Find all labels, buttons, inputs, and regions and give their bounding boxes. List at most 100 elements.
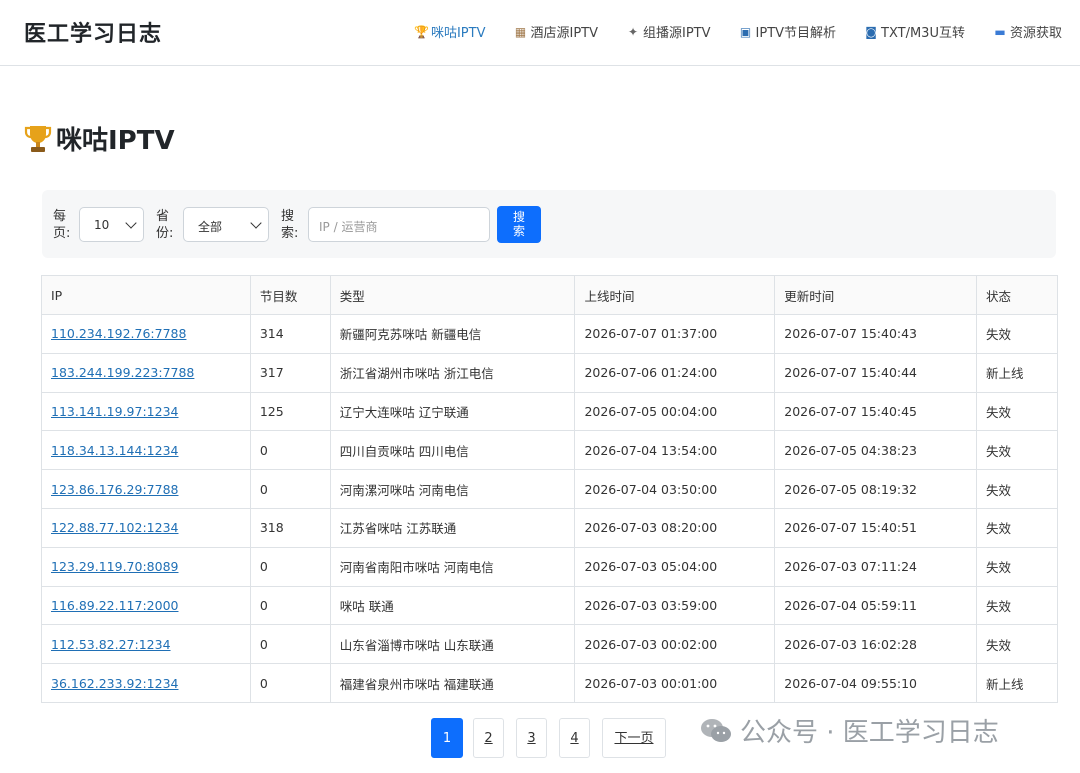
cell-count: 0: [249, 624, 331, 665]
computer-icon: ▬: [994, 24, 1006, 39]
page-title-text: 咪咕IPTV: [56, 126, 175, 156]
cell-count: 318: [249, 507, 331, 548]
cell-updated: 2026-07-07 15:40:43: [774, 314, 978, 354]
table-row: 123.29.119.70:8089 0 河南省南阳市咪咕 河南电信 2026-07-…: [41, 546, 1058, 587]
nav-item-label: 资源获取: [1009, 26, 1062, 41]
cell-online: 2026-07-06 01:24:00: [574, 352, 776, 393]
cell-type: 辽宁大连咪咕 辽宁联通: [329, 391, 576, 432]
nav-item-label: IPTV节目解析: [755, 26, 837, 41]
filter-panel: 每页: 10 省份: 全部 搜索: IP / 运营商 搜索: [42, 190, 1056, 258]
nav-item-label: 咪咕IPTV: [430, 26, 486, 41]
cell-count: 0: [249, 546, 331, 587]
chevron-down-icon: [125, 217, 137, 229]
ip-link[interactable]: 110.234.192.76:7788: [41, 314, 251, 354]
cell-count: 0: [249, 585, 331, 626]
search-input[interactable]: IP / 运营商: [308, 207, 490, 242]
status-badge: 失效: [976, 469, 1058, 509]
cell-count: 0: [249, 663, 331, 703]
per-page-label: 每页:: [53, 209, 71, 241]
page-button-4[interactable]: 4: [559, 718, 590, 758]
cell-count: 314: [249, 314, 331, 354]
table-row: 118.34.13.144:1234 0 四川自贡咪咕 四川电信 2026-07-04…: [41, 430, 1058, 471]
cell-online: 2026-07-04 13:54:00: [574, 430, 776, 471]
cell-online: 2026-07-04 03:50:00: [574, 469, 776, 509]
page-button-3[interactable]: 3: [516, 718, 547, 758]
cell-online: 2026-07-03 00:02:00: [574, 624, 776, 665]
status-badge: 失效: [976, 391, 1058, 432]
cell-updated: 2026-07-05 08:19:32: [774, 469, 978, 509]
hotel-icon: ▦: [514, 24, 527, 39]
cell-updated: 2026-07-07 15:40:45: [774, 391, 978, 432]
province-select[interactable]: 全部: [183, 207, 269, 242]
tv-icon: ▣: [739, 24, 752, 39]
cell-updated: 2026-07-07 15:40:51: [774, 507, 978, 548]
table-row: 116.89.22.117:2000 0 咪咕 联通 2026-07-03 03:59…: [41, 585, 1058, 626]
ip-link[interactable]: 122.88.77.102:1234: [41, 507, 251, 548]
nav-item-3[interactable]: ✦ 组播源IPTV: [626, 22, 711, 42]
status-badge: 失效: [976, 546, 1058, 587]
cell-type: 江苏省咪咕 江苏联通: [329, 507, 576, 548]
cell-online: 2026-07-03 08:20:00: [574, 507, 776, 548]
page-title: 咪咕IPTV: [24, 120, 175, 157]
table-row: 113.141.19.97:1234 125 辽宁大连咪咕 辽宁联通 2026-07-…: [41, 391, 1058, 432]
nav-item-2[interactable]: ▦ 酒店源IPTV: [513, 22, 598, 42]
cell-count: 317: [249, 352, 331, 393]
nav-item-label: 组播源IPTV: [643, 26, 711, 41]
ip-link[interactable]: 112.53.82.27:1234: [41, 624, 251, 665]
nav-item-5[interactable]: ◙ TXT/M3U互转: [864, 22, 965, 42]
status-badge: 失效: [976, 430, 1058, 471]
cell-type: 河南省南阳市咪咕 河南电信: [329, 546, 576, 587]
search-label: 搜索:: [281, 209, 299, 241]
status-badge: 新上线: [976, 352, 1058, 393]
cell-updated: 2026-07-03 16:02:28: [774, 624, 978, 665]
search-button-label: 搜索: [512, 210, 525, 238]
cell-type: 福建省泉州市咪咕 福建联通: [329, 663, 576, 703]
table-row: 110.234.192.76:7788 314 新疆阿克苏咪咕 新疆电信 2026-0…: [41, 314, 1058, 354]
satellite-icon: ✦: [627, 24, 639, 39]
cell-online: 2026-07-05 00:04:00: [574, 391, 776, 432]
column-header: 更新时间: [774, 275, 978, 315]
ip-link[interactable]: 123.29.119.70:8089: [41, 546, 251, 587]
table-row: 122.88.77.102:1234 318 江苏省咪咕 江苏联通 2026-07-0…: [41, 507, 1058, 548]
nav-item-6[interactable]: ▬ 资源获取: [993, 22, 1062, 42]
column-header: IP: [41, 275, 251, 315]
ip-link[interactable]: 116.89.22.117:2000: [41, 585, 251, 626]
ip-link[interactable]: 113.141.19.97:1234: [41, 391, 251, 432]
status-badge: 失效: [976, 314, 1058, 354]
table-row: 36.162.233.92:1234 0 福建省泉州市咪咕 福建联通 2026-07-…: [41, 663, 1058, 703]
ip-link[interactable]: 36.162.233.92:1234: [41, 663, 251, 703]
trophy-icon: 🏆: [413, 24, 429, 39]
cell-count: 0: [249, 469, 331, 509]
column-header: 状态: [976, 275, 1058, 315]
table-row: 183.244.199.223:7788 317 浙江省湖州市咪咕 浙江电信 2026…: [41, 352, 1058, 393]
column-header: 节目数: [249, 275, 331, 315]
cell-type: 咪咕 联通: [329, 585, 576, 626]
nav-item-4[interactable]: ▣ IPTV节目解析: [739, 22, 837, 42]
site-brand[interactable]: 医工学习日志: [24, 16, 162, 48]
per-page-select[interactable]: 10: [79, 207, 144, 242]
next-page-button[interactable]: 下一页: [602, 718, 666, 758]
ip-link[interactable]: 123.86.176.29:7788: [41, 469, 251, 509]
search-button[interactable]: 搜索: [497, 206, 541, 243]
cell-online: 2026-07-07 01:37:00: [574, 314, 776, 354]
page-button-1[interactable]: 1: [431, 718, 463, 758]
table-row: 112.53.82.27:1234 0 山东省淄博市咪咕 山东联通 2026-07-0…: [41, 624, 1058, 665]
ip-link[interactable]: 183.244.199.223:7788: [41, 352, 251, 393]
cell-type: 山东省淄博市咪咕 山东联通: [329, 624, 576, 665]
cell-online: 2026-07-03 00:01:00: [574, 663, 776, 703]
page-button-2[interactable]: 2: [473, 718, 504, 758]
province-value: 全部: [198, 220, 223, 234]
cell-count: 125: [249, 391, 331, 432]
top-navbar: 医工学习日志 🏆 咪咕IPTV ▦ 酒店源IPTV ✦ 组播源IPTV ▣ IPTV节目解析 ◙…: [0, 0, 1080, 66]
nav-item-1[interactable]: 🏆 咪咕IPTV: [413, 22, 486, 42]
per-page-value: 10: [94, 218, 110, 232]
table-header-row: IP 节目数 类型 上线时间 更新时间 状态: [41, 275, 1058, 315]
cell-type: 四川自贡咪咕 四川电信: [329, 430, 576, 471]
cell-type: 河南漯河咪咕 河南电信: [329, 469, 576, 509]
column-header: 类型: [329, 275, 576, 315]
ip-link[interactable]: 118.34.13.144:1234: [41, 430, 251, 471]
watermark-text: 公众号 · 医工学习日志: [740, 718, 999, 748]
status-badge: 失效: [976, 624, 1058, 665]
cell-updated: 2026-07-07 15:40:44: [774, 352, 978, 393]
cell-updated: 2026-07-05 04:38:23: [774, 430, 978, 471]
